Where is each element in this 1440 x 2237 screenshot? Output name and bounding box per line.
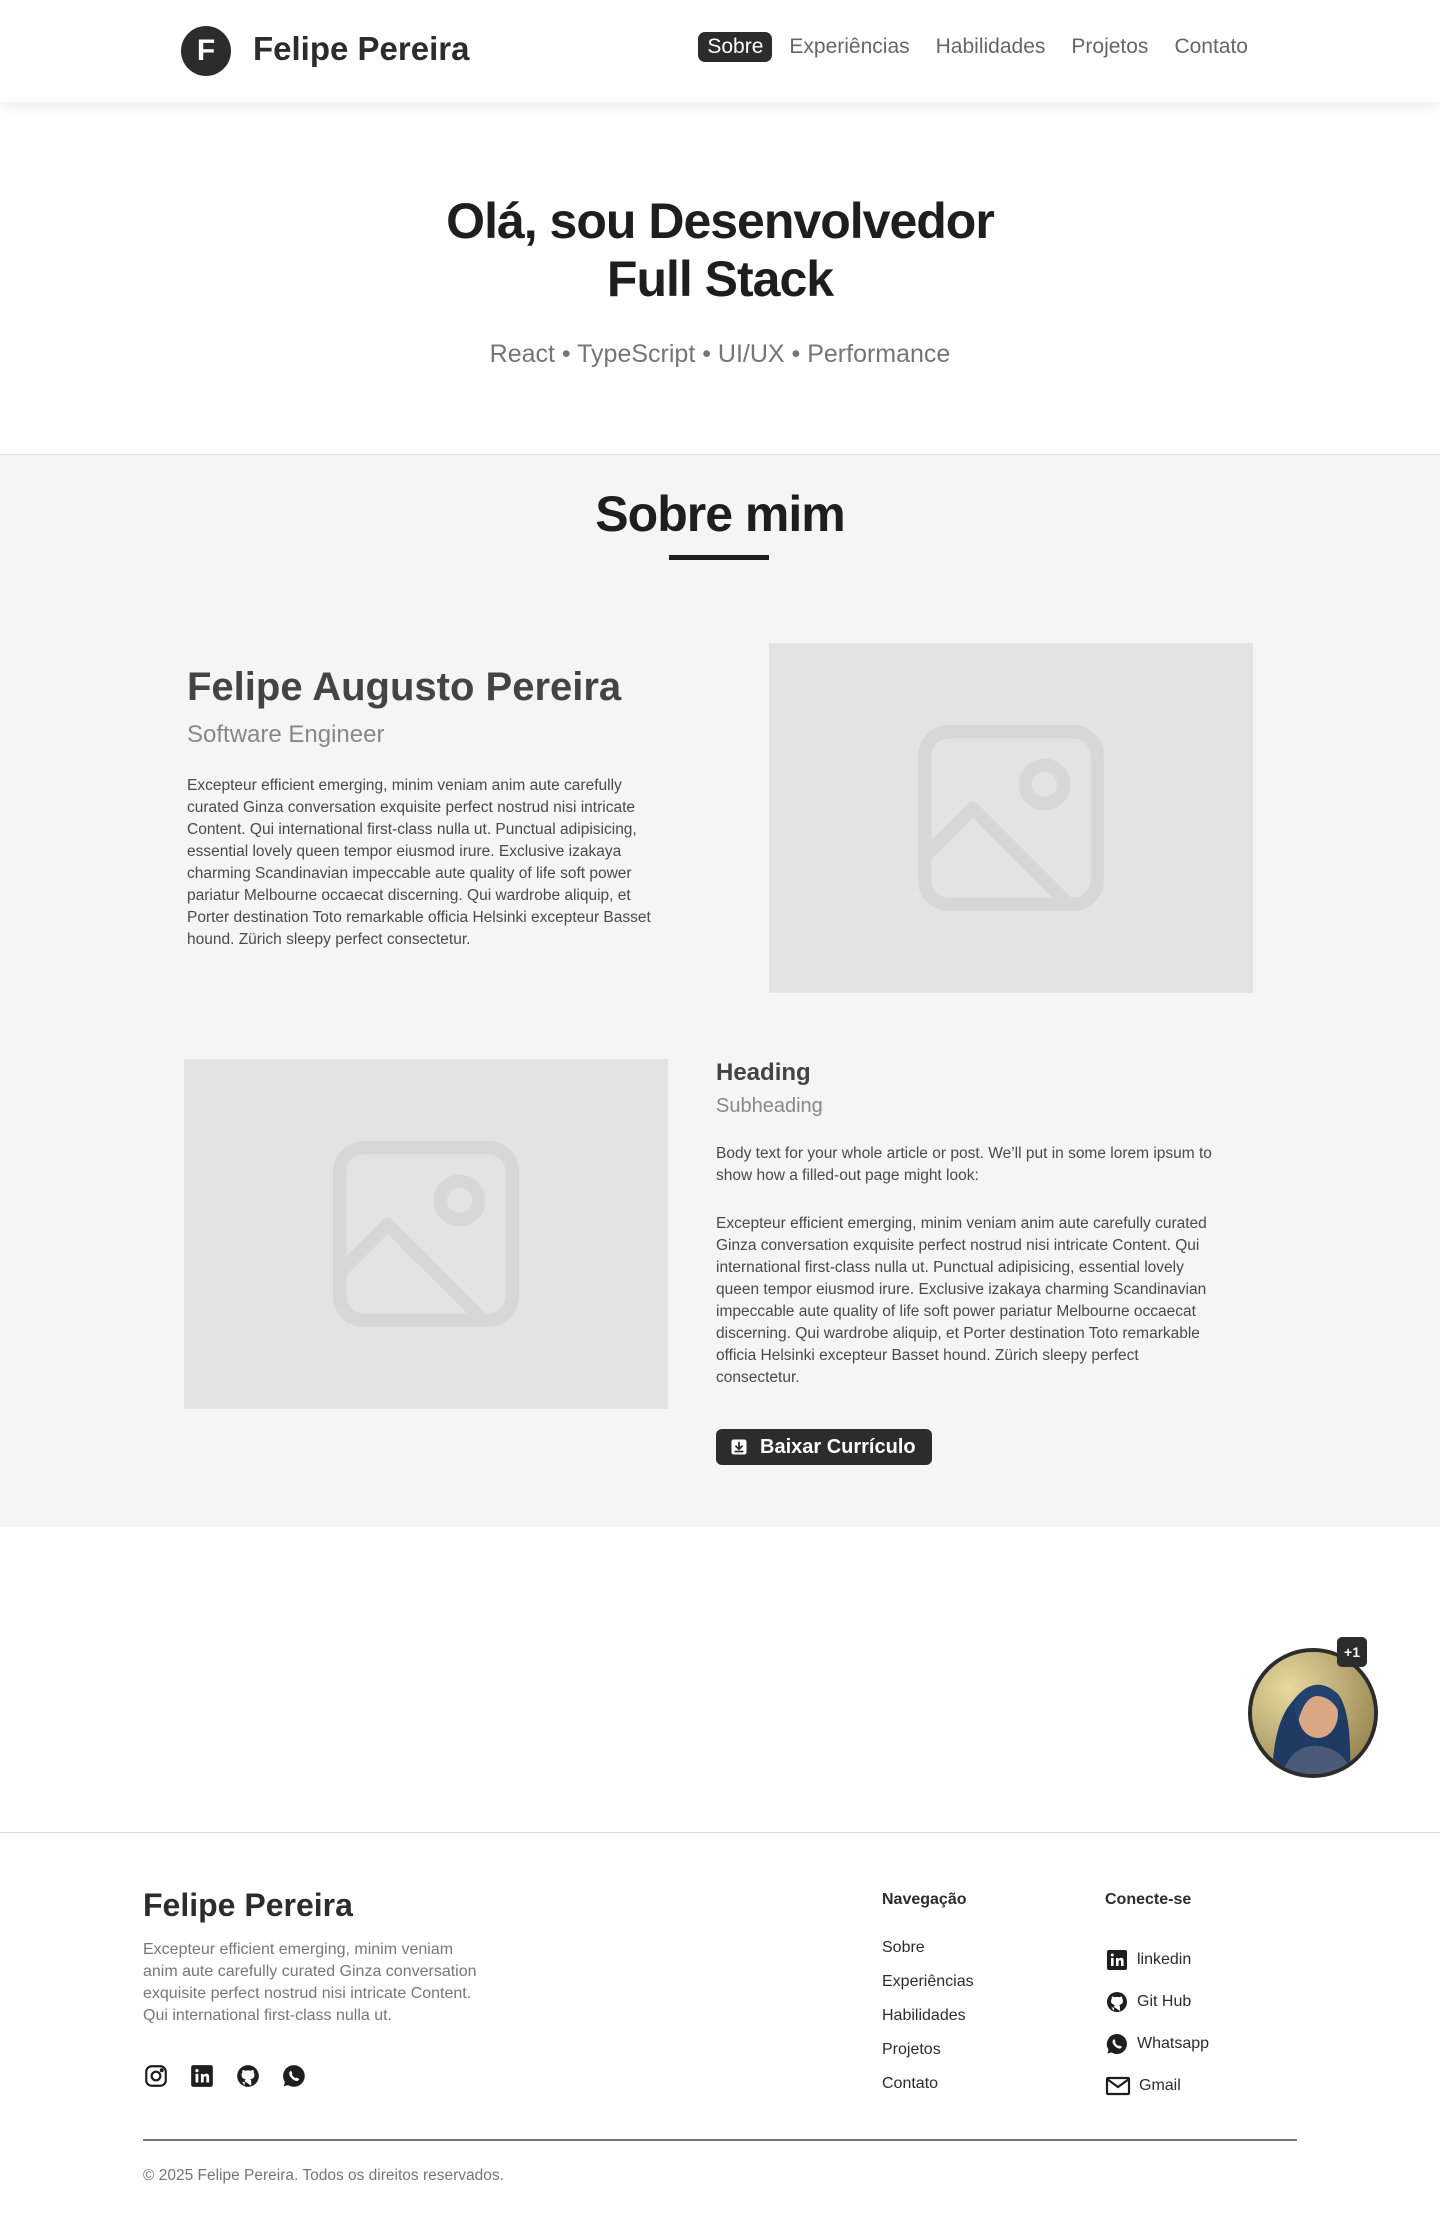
linkedin-icon[interactable] <box>189 2063 215 2089</box>
footer-nav: Sobre Experiências Habilidades Projetos … <box>882 1939 974 2109</box>
logo-icon[interactable]: F <box>181 26 231 76</box>
title-underline <box>669 555 769 560</box>
footer-nav-title: Navegação <box>882 1891 967 1908</box>
footer-nav-projetos[interactable]: Projetos <box>882 2041 974 2075</box>
card-subheading: Subheading <box>716 1095 823 1117</box>
person-role: Software Engineer <box>187 721 385 748</box>
floating-avatar[interactable] <box>1248 1648 1378 1778</box>
bio-text: Excepteur efficient emerging, minim veni… <box>187 777 651 948</box>
download-cv-label: Baixar Currículo <box>760 1435 916 1458</box>
connect-gmail-link[interactable]: Gmail <box>1105 2065 1209 2107</box>
mail-icon <box>1105 2076 1131 2096</box>
connect-github-label: Git Hub <box>1137 1993 1192 2010</box>
footer-description: Excepteur efficient emerging, minim veni… <box>143 1941 477 2024</box>
footer-brand: Felipe Pereira <box>143 1887 353 1923</box>
notification-badge[interactable]: +1 <box>1337 1637 1367 1667</box>
footer-social-icons <box>143 2063 307 2089</box>
connect-github-link[interactable]: Git Hub <box>1105 1981 1209 2023</box>
person-name: Felipe Augusto Pereira <box>187 665 622 709</box>
image-icon <box>333 1141 519 1327</box>
connect-gmail-label: Gmail <box>1139 2077 1181 2094</box>
nav-item-sobre[interactable]: Sobre <box>698 32 773 62</box>
download-icon <box>731 1439 747 1455</box>
nav-item-projetos[interactable]: Projetos <box>1062 32 1157 62</box>
image-icon <box>918 725 1104 911</box>
card-heading: Heading <box>716 1059 811 1086</box>
github-icon[interactable] <box>235 2063 261 2089</box>
github-icon <box>1107 1992 1127 2012</box>
footer-connect-title: Conecte-se <box>1105 1891 1192 1908</box>
footer-nav-experiencias[interactable]: Experiências <box>882 1973 974 2007</box>
nav-item-contato[interactable]: Contato <box>1165 32 1257 62</box>
avatar-photo <box>1252 1652 1374 1774</box>
card-body-intro: Body text for your whole article or post… <box>716 1145 1212 1184</box>
connect-whatsapp-label: Whatsapp <box>1137 2035 1210 2052</box>
site-header: F Felipe Pereira Sobre Experiências Habi… <box>0 0 1440 102</box>
linkedin-icon <box>1107 1950 1127 1970</box>
download-cv-button[interactable]: Baixar Currículo <box>716 1429 932 1465</box>
connect-linkedin-link[interactable]: linkedin <box>1105 1939 1209 1981</box>
footer-nav-sobre[interactable]: Sobre <box>882 1939 974 1973</box>
connect-linkedin-label: linkedin <box>1137 1951 1192 1968</box>
image-placeholder <box>769 643 1253 993</box>
instagram-icon[interactable] <box>143 2063 169 2089</box>
nav-item-experiencias[interactable]: Experiências <box>780 32 918 62</box>
card-body-main: Excepteur efficient emerging, minim veni… <box>716 1215 1207 1386</box>
footer-connect-list: linkedin Git Hub Whatsapp Gmail <box>1105 1939 1209 2107</box>
footer-divider <box>143 2139 1297 2141</box>
hero-title: Olá, sou Desenvolvedor Full Stack <box>0 192 1440 308</box>
main-nav: Sobre Experiências Habilidades Projetos … <box>698 32 1257 62</box>
hero-title-line2: Full Stack <box>606 251 834 307</box>
hero-subtitle: React • TypeScript • UI/UX • Performance <box>489 340 951 368</box>
copyright-text: © 2025 Felipe Pereira. Todos os direitos… <box>143 2167 504 2184</box>
hero-title-line1: Olá, sou Desenvolvedor <box>446 193 995 249</box>
whatsapp-icon[interactable] <box>281 2063 307 2089</box>
site-footer: Felipe Pereira Excepteur efficient emerg… <box>0 1832 1440 2237</box>
whatsapp-icon <box>1106 2033 1127 2054</box>
footer-nav-contato[interactable]: Contato <box>882 2075 974 2109</box>
about-section: Sobre mim Felipe Augusto Pereira Softwar… <box>0 454 1440 1527</box>
image-placeholder <box>184 1059 668 1409</box>
brand-name[interactable]: Felipe Pereira <box>253 30 469 68</box>
about-title: Sobre mim <box>595 486 845 542</box>
nav-item-habilidades[interactable]: Habilidades <box>927 32 1055 62</box>
footer-nav-habilidades[interactable]: Habilidades <box>882 2007 974 2041</box>
connect-whatsapp-link[interactable]: Whatsapp <box>1105 2023 1209 2065</box>
